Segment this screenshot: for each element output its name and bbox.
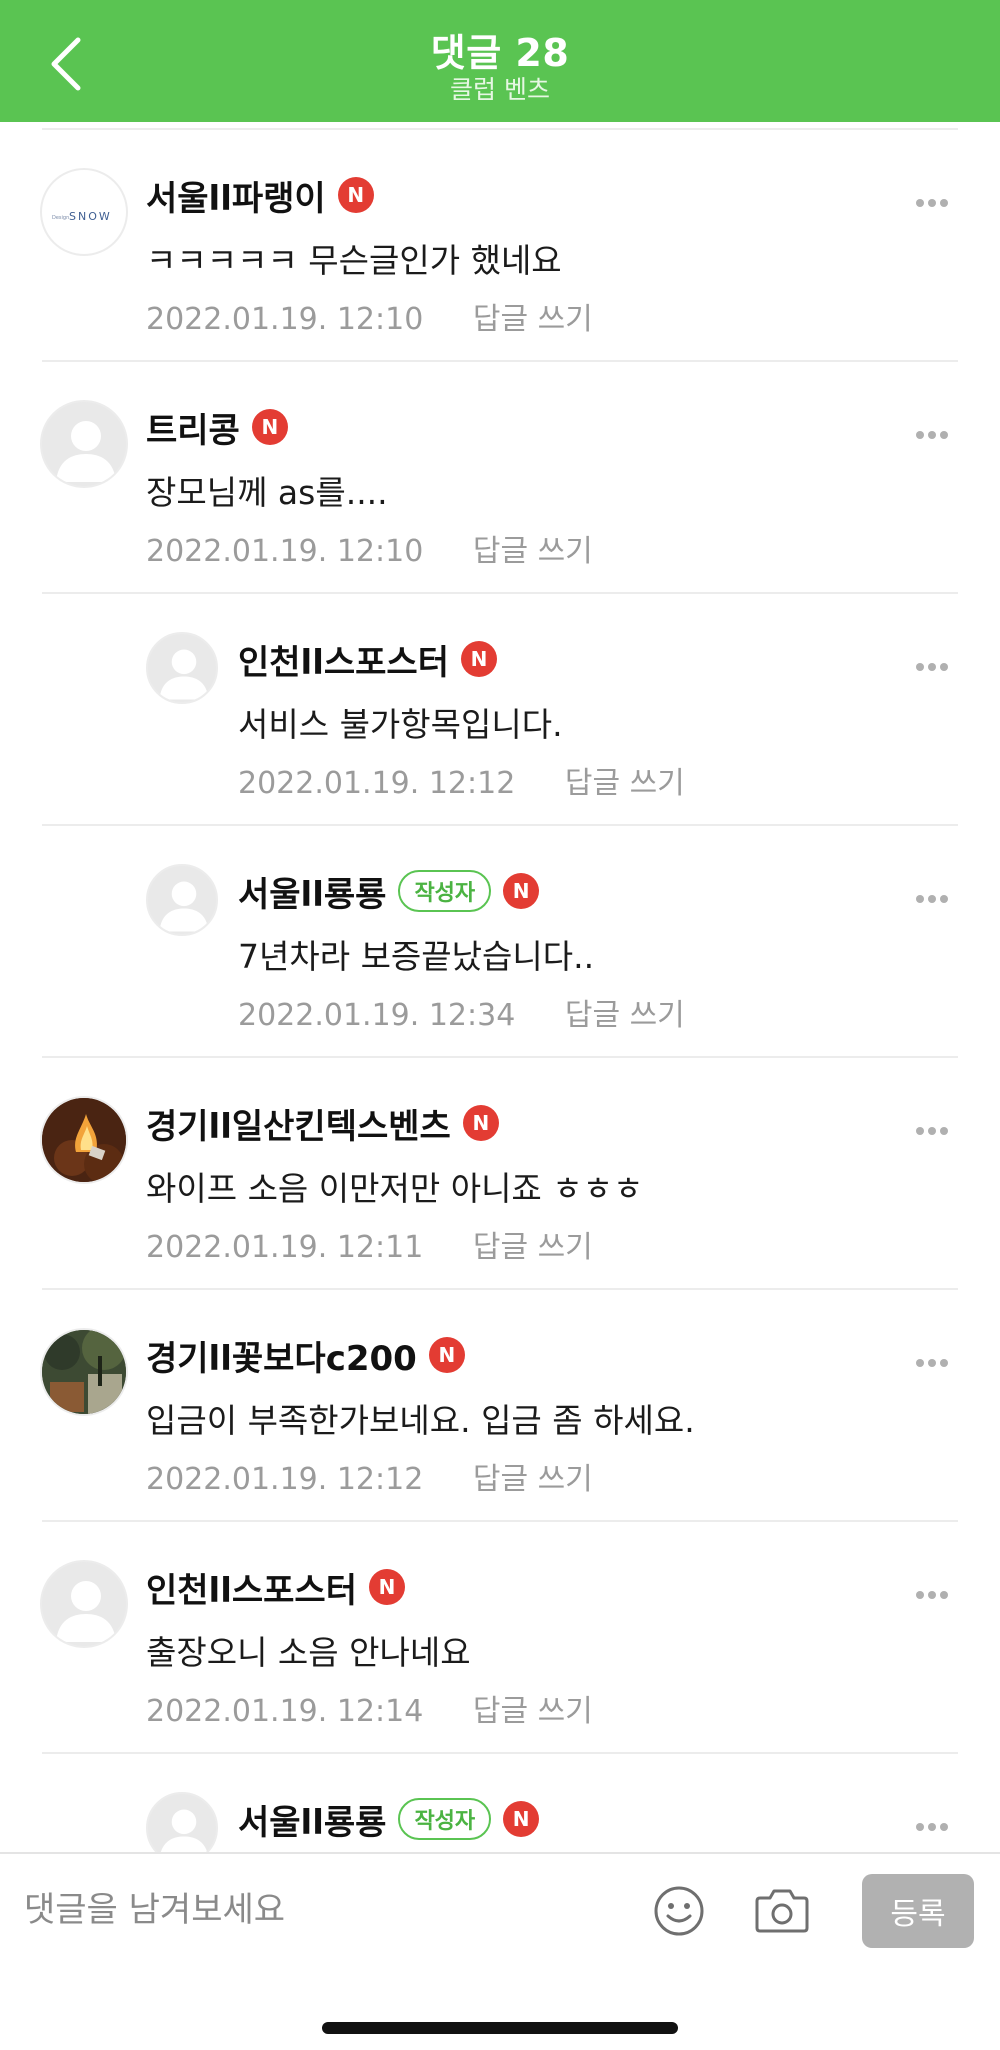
comment-text: 7년차라 보증끝났습니다.. (238, 937, 595, 976)
more-options-icon[interactable] (916, 1816, 960, 1831)
comment-header: 서울ll파랭이 N (146, 171, 374, 220)
comment-header: 경기ll일산킨텍스벤츠 N (146, 1099, 499, 1148)
comment-list[interactable]: Design SNOW 서울ll파랭이 N ㅋㅋㅋㅋㅋ 무슨글인가 했네요 20… (0, 122, 1000, 1852)
reply-item: 인천ll스포스터 N 서비스 불가항목입니다. 2022.01.19. 12:1… (0, 594, 1000, 826)
more-options-icon[interactable] (916, 1352, 960, 1367)
author-name[interactable]: 인천ll스포스터 (238, 635, 449, 684)
author-name[interactable]: 경기ll일산킨텍스벤츠 (146, 1099, 451, 1148)
more-options-icon[interactable] (916, 424, 960, 439)
home-indicator (322, 2022, 678, 2034)
comment-text: 출장오니 소음 안나네요 (146, 1633, 471, 1672)
comment-time: 2022.01.19. 12:10 (146, 534, 424, 569)
more-options-icon[interactable] (916, 192, 960, 207)
snow-logo-icon: Design SNOW (52, 210, 112, 223)
reply-link[interactable]: 답글 쓰기 (473, 1694, 593, 1729)
app-header: 댓글 28 클럽 벤츠 (0, 0, 1000, 122)
comment-header: 트리콩 N (146, 403, 288, 452)
default-avatar-icon (56, 421, 116, 482)
author-name[interactable]: 서울ll파랭이 (146, 171, 326, 220)
comment-meta: 2022.01.19. 12:34 답글 쓰기 (238, 990, 685, 1034)
comment-text: 입금이 부족한가보네요. 입금 좀 하세요. (146, 1401, 695, 1440)
comment-time: 2022.01.19. 12:11 (146, 1230, 424, 1265)
author-name[interactable]: 트리콩 (146, 403, 240, 452)
comment-time: 2022.01.19. 12:12 (238, 766, 516, 801)
avatar[interactable] (40, 1328, 128, 1416)
default-avatar-icon (159, 881, 209, 932)
more-options-icon[interactable] (916, 1584, 960, 1599)
comment-time: 2022.01.19. 12:12 (146, 1462, 424, 1497)
new-badge: N (461, 641, 497, 677)
more-options-icon[interactable] (916, 656, 960, 671)
reply-item: 서울ll룡룡 작성자 N (0, 1754, 1000, 1852)
more-options-icon[interactable] (916, 888, 960, 903)
camera-icon[interactable] (754, 1884, 810, 1936)
avatar[interactable] (146, 864, 218, 936)
comment-header: 경기ll꽃보다c200 N (146, 1331, 465, 1380)
reply-link[interactable]: 답글 쓰기 (473, 302, 593, 337)
comment-time: 2022.01.19. 12:10 (146, 302, 424, 337)
comment-header: 서울ll룡룡 작성자 N (238, 867, 540, 916)
emoji-icon[interactable] (652, 1884, 706, 1938)
page-subtitle: 클럽 벤츠 (450, 75, 550, 104)
comment-header: 인천ll스포스터 N (146, 1563, 405, 1612)
comment-text: 와이프 소음 이만저만 아니죠 ㅎㅎㅎ (146, 1169, 644, 1208)
writer-badge: 작성자 (398, 1798, 492, 1840)
author-name[interactable]: 서울ll룡룡 (238, 867, 386, 916)
comment-input[interactable] (24, 1882, 624, 1938)
comment-text: 서비스 불가항목입니다. (238, 705, 563, 744)
comment-meta: 2022.01.19. 12:10 답글 쓰기 (146, 526, 593, 570)
author-name[interactable]: 경기ll꽃보다c200 (146, 1331, 417, 1380)
reply-link[interactable]: 답글 쓰기 (473, 534, 593, 569)
comment-header: 서울ll룡룡 작성자 N (238, 1795, 540, 1844)
reply-link[interactable]: 답글 쓰기 (473, 1462, 593, 1497)
reply-link[interactable]: 답글 쓰기 (473, 1230, 593, 1265)
comment-time: 2022.01.19. 12:14 (146, 1694, 424, 1729)
svg-text:Design: Design (52, 215, 69, 221)
svg-text:SNOW: SNOW (69, 210, 112, 223)
comment-input-bar: 등록 (0, 1852, 1000, 2050)
writer-badge: 작성자 (398, 870, 492, 912)
comment-text: 장모님께 as를.... (146, 473, 388, 512)
comment-meta: 2022.01.19. 12:10 답글 쓰기 (146, 294, 593, 338)
comment-meta: 2022.01.19. 12:12 답글 쓰기 (146, 1454, 593, 1498)
comment-item: 경기ll일산킨텍스벤츠 N 와이프 소음 이만저만 아니죠 ㅎㅎㅎ 2022.0… (0, 1058, 1000, 1290)
comment-header: 인천ll스포스터 N (238, 635, 497, 684)
comment-item: 경기ll꽃보다c200 N 입금이 부족한가보네요. 입금 좀 하세요. 202… (0, 1290, 1000, 1522)
reply-link[interactable]: 답글 쓰기 (565, 766, 685, 801)
new-badge: N (462, 1105, 499, 1141)
garden-photo-icon (42, 1330, 126, 1414)
comment-text: ㅋㅋㅋㅋㅋ 무슨글인가 했네요 (146, 241, 562, 280)
reply-link[interactable]: 답글 쓰기 (565, 998, 685, 1033)
page-title: 댓글 28 (430, 31, 570, 75)
author-name[interactable]: 인천ll스포스터 (146, 1563, 357, 1612)
default-avatar-icon (160, 1809, 208, 1852)
new-badge: N (503, 1801, 540, 1837)
new-badge: N (251, 409, 288, 445)
avatar[interactable]: Design SNOW (40, 168, 128, 256)
avatar[interactable] (146, 1792, 218, 1852)
avatar[interactable] (146, 632, 218, 704)
new-badge: N (428, 1337, 465, 1373)
new-badge: N (369, 1569, 405, 1605)
submit-button[interactable]: 등록 (862, 1874, 974, 1948)
comment-item: 트리콩 N 장모님께 as를.... 2022.01.19. 12:10 답글 … (0, 362, 1000, 594)
new-badge: N (503, 873, 540, 909)
comment-meta: 2022.01.19. 12:11 답글 쓰기 (146, 1222, 593, 1266)
default-avatar-icon (56, 1581, 116, 1642)
default-avatar-icon (159, 649, 209, 700)
avatar[interactable] (40, 1096, 128, 1184)
fire-photo-icon (42, 1098, 126, 1182)
comment-time: 2022.01.19. 12:34 (238, 998, 516, 1033)
avatar[interactable] (40, 1560, 128, 1648)
reply-item: 서울ll룡룡 작성자 N 7년차라 보증끝났습니다.. 2022.01.19. … (0, 826, 1000, 1058)
comment-item: Design SNOW 서울ll파랭이 N ㅋㅋㅋㅋㅋ 무슨글인가 했네요 20… (0, 130, 1000, 362)
comment-item: 인천ll스포스터 N 출장오니 소음 안나네요 2022.01.19. 12:1… (0, 1522, 1000, 1754)
avatar[interactable] (40, 400, 128, 488)
more-options-icon[interactable] (916, 1120, 960, 1135)
new-badge: N (337, 177, 374, 213)
author-name[interactable]: 서울ll룡룡 (238, 1795, 386, 1844)
comment-meta: 2022.01.19. 12:14 답글 쓰기 (146, 1686, 593, 1730)
comment-meta: 2022.01.19. 12:12 답글 쓰기 (238, 758, 685, 802)
